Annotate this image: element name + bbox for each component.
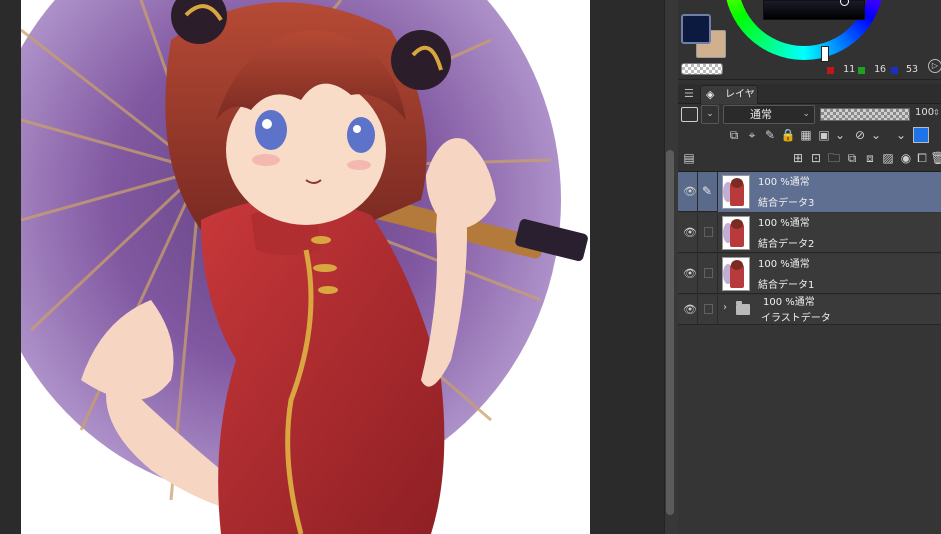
chevron-down-icon[interactable]: ⌄: [868, 127, 884, 143]
chevron-down-icon: ⌄: [802, 109, 810, 119]
transparent-color-swatch[interactable]: [681, 63, 723, 75]
visibility-toggle[interactable]: 👁: [678, 295, 698, 325]
saturation-value-square[interactable]: [763, 0, 865, 20]
panel-menu-icon[interactable]: ▤: [681, 150, 697, 166]
merge-visible-icon[interactable]: ▨: [880, 150, 896, 166]
checkbox[interactable]: [704, 227, 713, 237]
red-value: 11: [843, 64, 856, 75]
folder-row[interactable]: 👁 › 100 %通常 イラストデータ: [678, 295, 941, 325]
layer-opacity-blend: 100 %通常: [758, 259, 810, 270]
visibility-toggle[interactable]: 👁: [678, 172, 698, 212]
visibility-toggle[interactable]: 👁: [678, 254, 698, 294]
eye-icon: 👁: [683, 267, 697, 280]
new-raster-layer-icon[interactable]: ⊞: [790, 150, 806, 166]
folder-name: イラストデータ: [761, 313, 831, 324]
chevron-down-icon[interactable]: ⌄: [893, 127, 909, 143]
play-icon[interactable]: ▷: [928, 59, 941, 73]
layer-toolbar-2: ▤ ⊞ ⊡ 🗀 ⧉ ⧈ ▨ ◉ ⧠ 🗑: [678, 147, 941, 169]
layer-opacity-blend: 100 %通常: [758, 177, 810, 188]
layer-thumbnail: [722, 216, 750, 250]
new-folder-icon[interactable]: 🗀: [826, 150, 842, 166]
opacity-value[interactable]: 100: [915, 107, 934, 118]
edit-target-cell[interactable]: [698, 213, 718, 253]
red-chip: [827, 67, 834, 74]
layer-name: 結合データ1: [758, 280, 815, 291]
canvas-area[interactable]: [0, 0, 664, 534]
chevron-down-icon[interactable]: ⌄: [832, 127, 848, 143]
layer-toolbar-1: ⧉ ⌖ ✎ 🔒 ▦ ▣ ⌄ ⊘ ⌄ ⌄: [678, 124, 941, 146]
opacity-spinner[interactable]: ⇕: [933, 108, 941, 121]
blue-value: 53: [906, 64, 919, 75]
mask-icon[interactable]: ▣: [816, 127, 832, 143]
draft-layer-icon[interactable]: ✎: [762, 127, 778, 143]
pen-icon: ✎: [702, 184, 713, 198]
clip-lower-layer-icon[interactable]: ⧉: [726, 127, 742, 143]
chevron-down-icon[interactable]: ⌄: [701, 105, 719, 124]
canvas-gutter-left: [0, 0, 21, 534]
checkbox[interactable]: [704, 304, 713, 314]
layers-icon: ◈: [706, 88, 715, 101]
new-vector-layer-icon[interactable]: ⊡: [808, 150, 824, 166]
apply-mask-icon[interactable]: ⧠: [914, 150, 930, 166]
folder-content[interactable]: › 100 %通常 イラストデータ: [718, 295, 941, 325]
edit-target-cell[interactable]: [698, 295, 718, 325]
hue-marker[interactable]: [821, 46, 829, 62]
layer-property-row: ⌄ 通常 ⌄ 100 ⇕: [678, 104, 941, 126]
layer-list: 👁 ✎ 100 %通常 結合データ3 👁 100 %通常 結合データ2 👁 10…: [678, 171, 941, 534]
layer-content[interactable]: 100 %通常 結合データ1: [718, 254, 941, 294]
visibility-toggle[interactable]: 👁: [678, 213, 698, 253]
menu-icon[interactable]: ☰: [684, 87, 694, 100]
layer-row[interactable]: 👁 100 %通常 結合データ1: [678, 254, 941, 294]
edit-target-cell[interactable]: ✎: [698, 172, 718, 212]
layer-name: 結合データ2: [758, 239, 815, 250]
layer-thumbnail: [722, 175, 750, 209]
layer-row[interactable]: 👁 ✎ 100 %通常 結合データ3: [678, 172, 941, 212]
transfer-down-icon[interactable]: ⧉: [844, 150, 860, 166]
eye-icon: 👁: [683, 226, 697, 239]
artwork-illustration: [21, 0, 590, 534]
layer-name: 結合データ3: [758, 198, 815, 209]
chevron-right-icon[interactable]: ›: [723, 302, 727, 313]
eye-icon: 👁: [683, 303, 697, 316]
folder-opacity-blend: 100 %通常: [763, 297, 815, 308]
edit-target-cell[interactable]: [698, 254, 718, 294]
right-panel: 11 16 53 ▷ ☰ ◈ レイヤー ⌄ 通常 ⌄ 100 ⇕: [678, 0, 941, 534]
green-chip: [858, 67, 865, 74]
blend-mode-select[interactable]: 通常 ⌄: [723, 105, 815, 124]
layer-content[interactable]: 100 %通常 結合データ3: [718, 172, 941, 212]
app-window: 11 16 53 ▷ ☰ ◈ レイヤー ⌄ 通常 ⌄ 100 ⇕: [0, 0, 941, 534]
canvas-artwork[interactable]: [21, 0, 590, 534]
color-panel: 11 16 53 ▷: [678, 0, 941, 80]
layer-row[interactable]: 👁 100 %通常 結合データ2: [678, 213, 941, 253]
create-mask-icon[interactable]: ◉: [898, 150, 914, 166]
checkbox[interactable]: [704, 268, 713, 278]
lock-icon[interactable]: 🔒: [780, 127, 796, 143]
merge-down-icon[interactable]: ⧈: [862, 150, 878, 166]
reference-layer-icon[interactable]: ⌖: [744, 127, 760, 143]
tab-layer[interactable]: ◈ レイヤー: [700, 85, 758, 118]
delete-layer-icon[interactable]: 🗑: [930, 150, 941, 166]
opacity-slider[interactable]: [820, 108, 910, 121]
ruler-icon[interactable]: ⊘: [852, 127, 868, 143]
layer-color-icon[interactable]: [913, 127, 929, 143]
blend-mode-value: 通常: [750, 108, 772, 121]
eye-icon: 👁: [683, 185, 697, 198]
foreground-color-swatch[interactable]: [681, 14, 711, 44]
lock-transparency-icon[interactable]: ▦: [798, 127, 814, 143]
canvas-scrollbar-thumb[interactable]: [666, 150, 674, 515]
layer-content[interactable]: 100 %通常 結合データ2: [718, 213, 941, 253]
layer-tab-bar: ☰ ◈ レイヤー: [678, 84, 941, 118]
folder-icon: [736, 301, 750, 315]
layer-opacity-blend: 100 %通常: [758, 218, 810, 229]
canvas-gutter-right: [590, 0, 664, 534]
layer-color-box[interactable]: [681, 107, 698, 122]
layer-thumbnail: [722, 257, 750, 291]
green-value: 16: [874, 64, 887, 75]
blue-chip: [891, 67, 898, 74]
